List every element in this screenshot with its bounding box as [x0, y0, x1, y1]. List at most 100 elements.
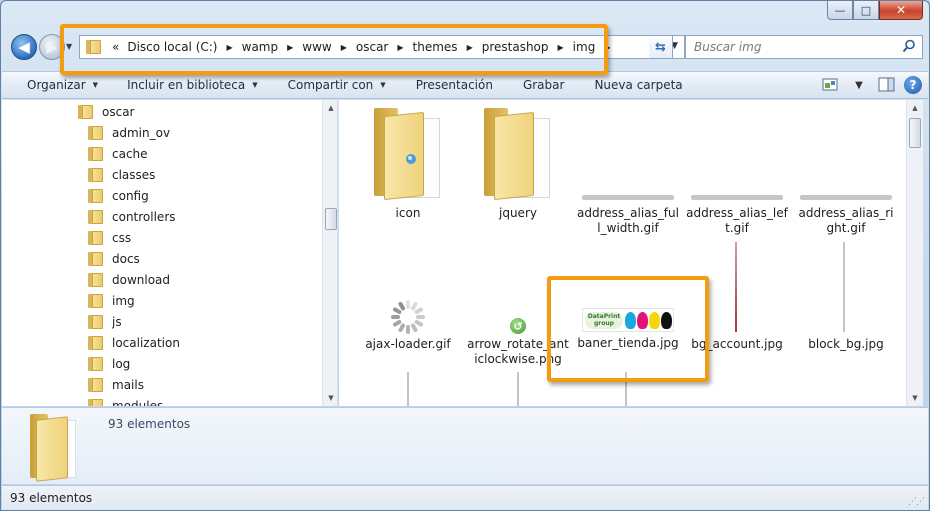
list-item[interactable]: block_bg.jpg: [795, 337, 897, 352]
scroll-up-icon[interactable]: ▲: [323, 100, 337, 116]
organize-menu[interactable]: Organizar ▼: [27, 78, 98, 92]
image-thumbnail: [625, 372, 627, 406]
tree-item-localization[interactable]: localization: [88, 332, 180, 353]
list-item[interactable]: ↺ arrow_rotate_anticlockwise.png: [467, 318, 569, 367]
tree-item-label: download: [112, 272, 171, 287]
explorer-window: — □ ✕ ◀ ▶ ▼ « Disco local (C:) ▶ wamp ▶ ww…: [0, 0, 930, 511]
command-bar-right: ▼ ?: [820, 75, 922, 95]
tree-item-label: oscar: [102, 104, 135, 119]
folder-icon: [88, 167, 104, 182]
forward-button[interactable]: ▶: [39, 34, 65, 60]
tree-item-classes[interactable]: classes: [88, 164, 155, 185]
list-item[interactable]: bg_account.jpg: [686, 337, 788, 352]
folder-icon: [30, 414, 80, 482]
tree-item-docs[interactable]: docs: [88, 248, 140, 269]
preview-pane-button[interactable]: [876, 75, 898, 95]
breadcrumb-overflow[interactable]: «: [112, 40, 119, 54]
list-item[interactable]: jquery: [467, 108, 569, 221]
breadcrumb-item[interactable]: themes ▶: [413, 40, 482, 54]
view-options-dropdown[interactable]: ▼: [848, 75, 870, 95]
folder-icon: [86, 40, 102, 54]
scroll-down-icon[interactable]: ▼: [323, 390, 337, 406]
folder-icon: [88, 398, 104, 406]
maximize-button[interactable]: □: [853, 1, 879, 20]
navigation-pane: oscar admin_ovcache classes config controlle…: [2, 100, 338, 406]
chevron-down-icon: ▼: [66, 42, 73, 51]
breadcrumb-item[interactable]: www ▶: [302, 40, 356, 54]
file-name: address_alias_right.gif: [798, 206, 894, 235]
gif-thumbnail: [582, 195, 674, 200]
file-list-scrollbar[interactable]: ▲ ▼: [906, 100, 923, 406]
breadcrumb-item[interactable]: oscar ▶: [356, 40, 413, 54]
tree-item-modules[interactable]: modules: [88, 395, 163, 406]
folder-icon: [88, 209, 104, 224]
tree-item-controllers[interactable]: controllers: [88, 206, 176, 227]
image-thumbnail: [735, 242, 737, 332]
search-icon[interactable]: [902, 39, 916, 53]
breadcrumb-item[interactable]: prestashop ▶: [482, 40, 573, 54]
breadcrumb-arrow-icon[interactable]: ▶: [226, 43, 232, 52]
burn-button[interactable]: Grabar: [523, 78, 565, 92]
list-item[interactable]: address_alias_left.gif: [686, 195, 788, 236]
tree-item-download[interactable]: download: [88, 269, 170, 290]
recent-pages-dropdown[interactable]: ▼: [66, 42, 72, 51]
forward-arrow-icon: ▶: [46, 38, 58, 56]
refresh-button[interactable]: ⇆: [649, 35, 673, 59]
list-item[interactable]: address_alias_full_width.gif: [577, 195, 679, 236]
tree-item-css[interactable]: css: [88, 227, 131, 248]
tree-item-img[interactable]: img: [88, 290, 135, 311]
list-item[interactable]: ajax-loader.gif: [357, 300, 459, 352]
list-item[interactable]: address_alias_right.gif: [795, 195, 897, 236]
scroll-down-icon[interactable]: ▼: [907, 390, 923, 406]
tree-item-js[interactable]: js: [88, 311, 122, 332]
list-item[interactable]: icon: [357, 108, 459, 221]
breadcrumb-arrow-icon[interactable]: ▶: [558, 43, 564, 52]
folder-icon: [88, 146, 104, 161]
breadcrumb-item[interactable]: img ▶: [573, 40, 620, 54]
include-library-menu[interactable]: Incluir en biblioteca ▼: [127, 78, 258, 92]
breadcrumb-arrow-icon[interactable]: ▶: [287, 43, 293, 52]
resize-grip-icon[interactable]: ⋰⋰: [908, 497, 925, 507]
breadcrumb-arrow-icon[interactable]: ▶: [341, 43, 347, 52]
navigation-scrollbar[interactable]: ▲ ▼: [322, 100, 337, 406]
breadcrumb-item[interactable]: Disco local (C:) ▶: [127, 40, 241, 54]
gif-thumbnail: [691, 195, 783, 200]
new-folder-button[interactable]: Nueva carpeta: [594, 78, 682, 92]
tree-item-mails[interactable]: mails: [88, 374, 144, 395]
image-thumbnail: [407, 372, 409, 406]
tree-item-label: admin_ov: [112, 125, 171, 140]
gif-thumbnail: [800, 195, 892, 200]
scrollbar-thumb[interactable]: [909, 118, 921, 148]
close-button[interactable]: ✕: [879, 1, 923, 20]
tree-item-label: log: [112, 356, 131, 371]
file-name: ajax-loader.gif: [365, 337, 451, 351]
folder-icon: [88, 314, 104, 329]
list-item[interactable]: DataPrint group baner_tienda.jpg: [577, 308, 679, 351]
share-with-menu[interactable]: Compartir con ▼: [288, 78, 386, 92]
search-input[interactable]: [694, 40, 894, 54]
breadcrumb-arrow-icon[interactable]: ▶: [604, 43, 610, 52]
tree-item-admin-ov[interactable]: admin_ov: [88, 122, 170, 143]
address-bar[interactable]: « Disco local (C:) ▶ wamp ▶ www ▶ oscar ▶ th…: [79, 35, 685, 59]
tree-item-log[interactable]: log: [88, 353, 130, 374]
tree-item-label: js: [112, 314, 122, 329]
chevron-down-icon: ▼: [380, 81, 386, 89]
file-name: address_alias_full_width.gif: [577, 206, 679, 235]
change-view-button[interactable]: [820, 75, 842, 95]
ink-drop-icon: [649, 312, 660, 329]
presentation-button[interactable]: Presentación: [416, 78, 493, 92]
minimize-button[interactable]: —: [827, 1, 853, 20]
breadcrumb-arrow-icon[interactable]: ▶: [467, 43, 473, 52]
help-icon[interactable]: ?: [904, 76, 922, 94]
scroll-up-icon[interactable]: ▲: [907, 100, 923, 116]
scrollbar-thumb[interactable]: [325, 208, 337, 230]
breadcrumb-item[interactable]: wamp ▶: [242, 40, 303, 54]
search-box[interactable]: [685, 35, 923, 59]
tree-item-config[interactable]: config: [88, 185, 149, 206]
tree-item-label: modules: [112, 398, 164, 407]
breadcrumb-arrow-icon[interactable]: ▶: [397, 43, 403, 52]
tree-item-label: controllers: [112, 209, 176, 224]
tree-item-cache[interactable]: cache: [88, 143, 148, 164]
back-button[interactable]: ◀: [11, 34, 37, 60]
tree-item-oscar[interactable]: oscar: [78, 101, 134, 122]
